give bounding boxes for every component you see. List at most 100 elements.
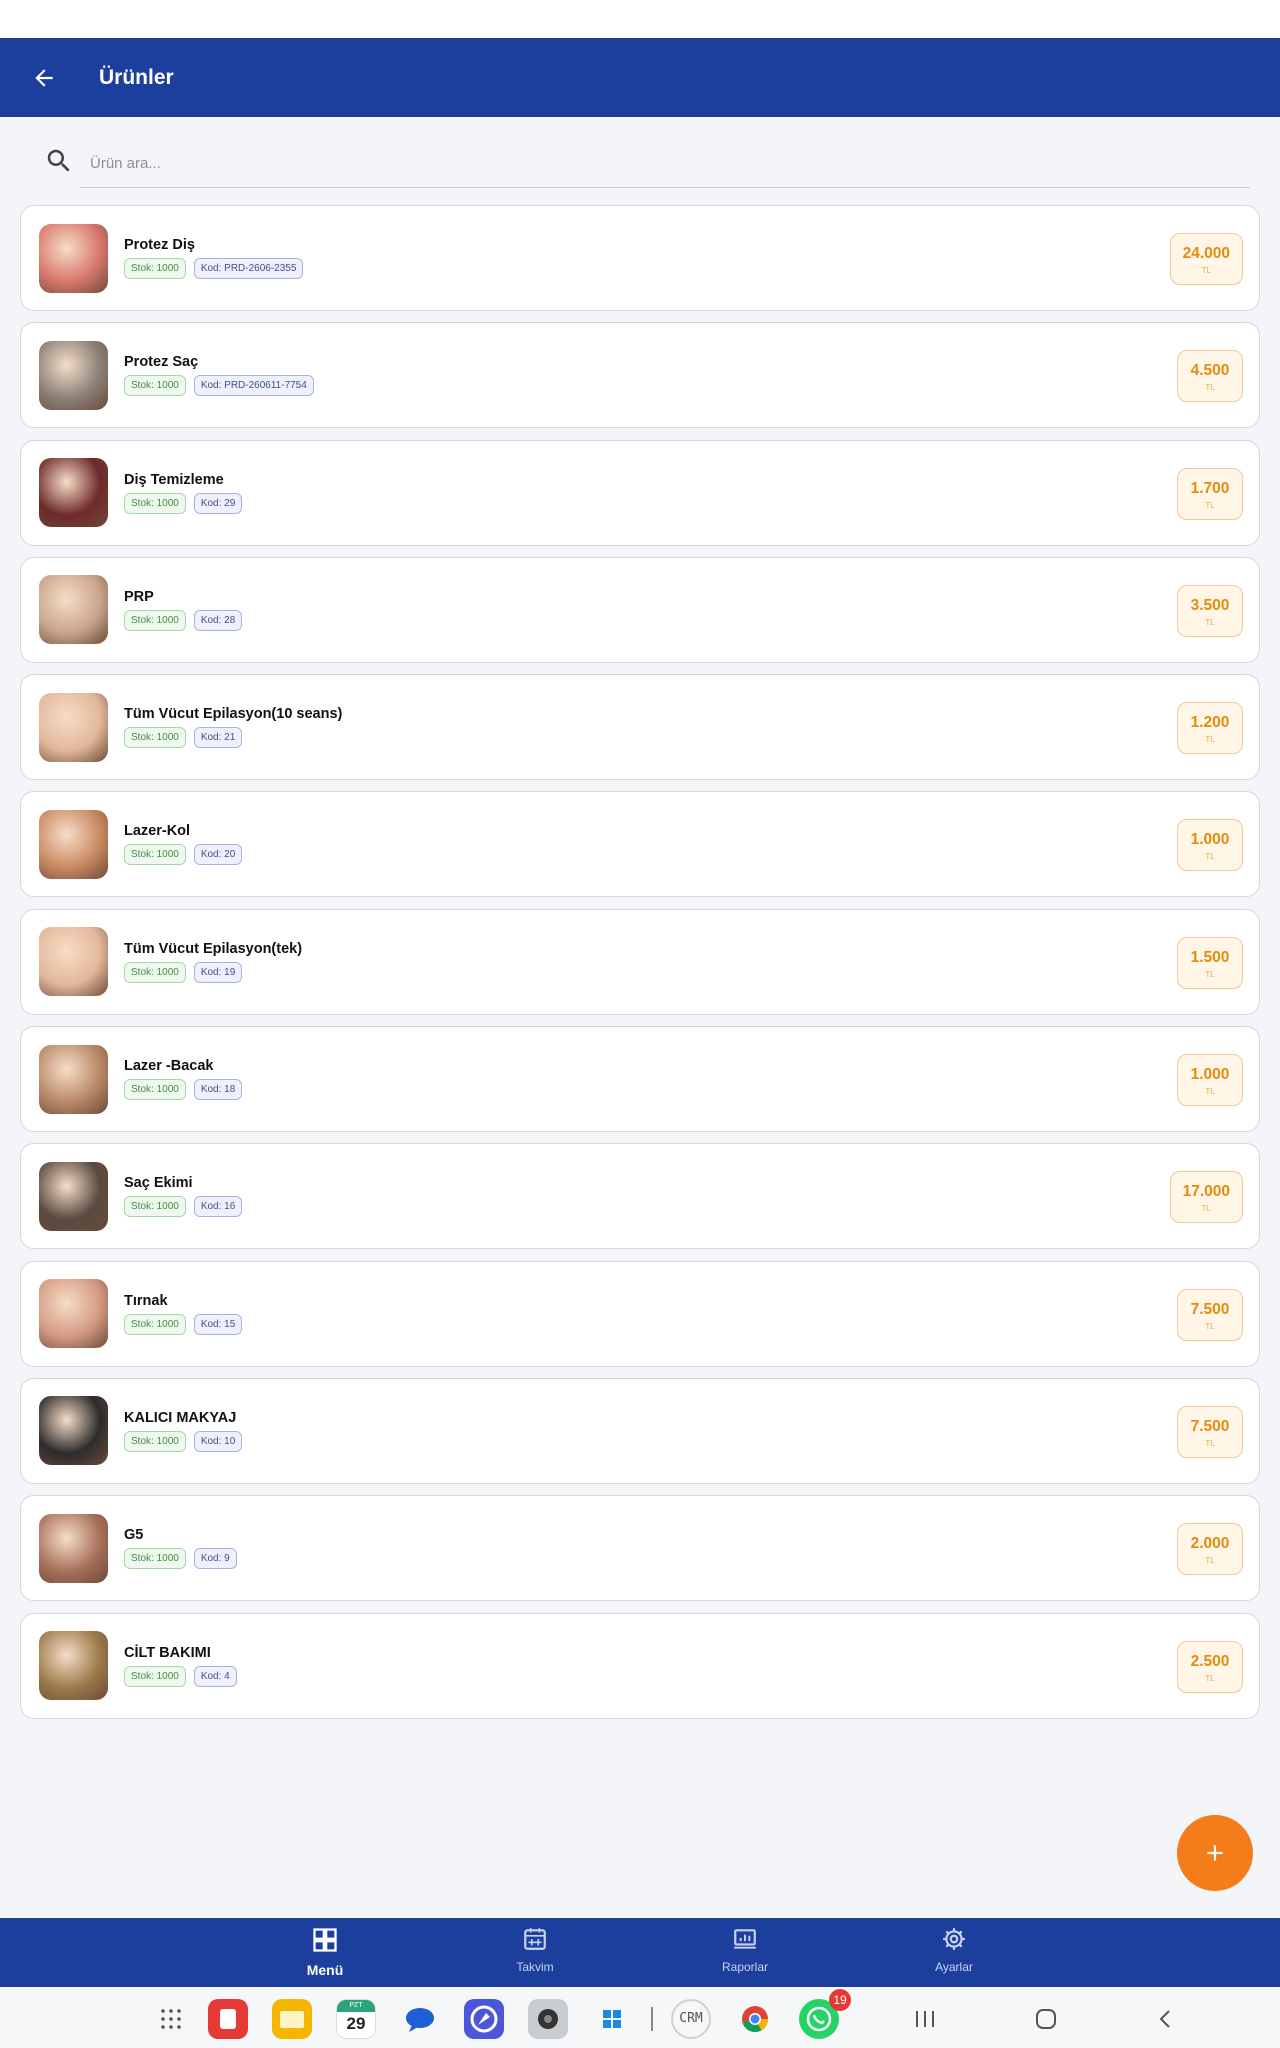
calendar-app-icon[interactable]: PZT 29: [336, 1999, 376, 2039]
app-bar: Ürünler: [0, 38, 1280, 117]
code-badge: Kod: 19: [193, 961, 243, 983]
compass-icon: [470, 2005, 498, 2033]
price-badge: 17.000 TL: [1169, 1171, 1243, 1224]
nav-reports[interactable]: Raporlar: [675, 1926, 815, 1974]
product-thumbnail: [39, 575, 108, 645]
nav-label: Ayarlar: [935, 1960, 973, 1974]
product-thumbnail: [39, 1044, 108, 1114]
chrome-app-icon[interactable]: [735, 1999, 775, 2039]
app-drawer-button[interactable]: [151, 1999, 191, 2039]
product-thumbnail: [39, 340, 108, 410]
price-currency: TL: [1205, 969, 1215, 979]
plus-icon: [1207, 1845, 1223, 1861]
code-badge: Kod: 18: [193, 1079, 243, 1101]
product-card[interactable]: Protez Diş Stok: 1000 Kod: PRD-2606-2355…: [20, 205, 1260, 311]
status-bar: [0, 0, 1280, 38]
settings-icon: [943, 1928, 965, 1950]
product-card[interactable]: PRP Stok: 1000 Kod: 28 3.500 TL: [20, 556, 1260, 663]
nav-label: Takvim: [516, 1960, 554, 1974]
notification-badge: 19: [829, 1989, 851, 2011]
price-currency: TL: [1205, 1438, 1215, 1448]
price-value: 7.500: [1190, 1300, 1230, 1318]
chrome-icon: [742, 2006, 769, 2033]
stock-badge: Stok: 1000: [124, 1430, 186, 1452]
search-input[interactable]: [80, 155, 1250, 172]
product-card[interactable]: Lazer-Kol Stok: 1000 Kod: 20 1.000 TL: [20, 791, 1260, 898]
price-badge: 3.500 TL: [1177, 584, 1243, 637]
product-list: Protez Diş Stok: 1000 Kod: PRD-2606-2355…: [20, 205, 1260, 1730]
product-info: Protez Saç Stok: 1000 Kod: PRD-260611-77…: [124, 354, 314, 397]
code-badge: Kod: PRD-2606-2355: [193, 258, 304, 279]
product-info: KALICI MAKYAJ Stok: 1000 Kod: 10: [124, 1410, 243, 1452]
crm-app-icon[interactable]: CRM: [671, 1999, 711, 2039]
system-back-button[interactable]: [1146, 1999, 1186, 2039]
product-card[interactable]: Tüm Vücut Epilasyon(10 seans) Stok: 1000…: [20, 674, 1260, 781]
stock-badge: Stok: 1000: [124, 1079, 186, 1101]
home-button[interactable]: [1026, 1999, 1066, 2039]
product-card[interactable]: KALICI MAKYAJ Stok: 1000 Kod: 10 7.500 T…: [20, 1377, 1260, 1484]
stock-badge: Stok: 1000: [124, 609, 186, 631]
taskbar-divider: [651, 2007, 653, 2031]
product-tags: Stok: 1000 Kod: 18: [124, 1079, 243, 1101]
product-info: Saç Ekimi Stok: 1000 Kod: 16: [124, 1175, 243, 1218]
price-currency: TL: [1205, 1556, 1215, 1566]
product-card[interactable]: Protez Saç Stok: 1000 Kod: PRD-260611-77…: [20, 322, 1260, 429]
code-badge: Kod: 4: [193, 1665, 237, 1687]
messages-app-icon[interactable]: [400, 1999, 440, 2039]
app-logo-icon: [220, 2009, 236, 2029]
price-value: 4.500: [1190, 362, 1230, 380]
code-badge: Kod: 9: [193, 1548, 237, 1570]
product-tags: Stok: 1000 Kod: 9: [124, 1548, 237, 1570]
product-card[interactable]: Lazer -Bacak Stok: 1000 Kod: 18 1.000 TL: [20, 1026, 1260, 1133]
folder-icon: [280, 2011, 304, 2028]
price-badge: 24.000 TL: [1169, 233, 1243, 285]
product-tags: Stok: 1000 Kod: PRD-2606-2355: [124, 258, 304, 279]
price-value: 1.000: [1190, 1066, 1230, 1084]
product-thumbnail: [39, 1513, 108, 1583]
product-name: Tırnak: [124, 1292, 168, 1309]
recents-button[interactable]: [905, 1999, 945, 2039]
nav-menu[interactable]: Menü: [255, 1926, 395, 1978]
product-thumbnail: [39, 1396, 108, 1466]
product-name: PRP: [124, 588, 154, 605]
product-card[interactable]: CİLT BAKIMI Stok: 1000 Kod: 4 2.500 TL: [20, 1612, 1260, 1719]
price-badge: 4.500 TL: [1177, 350, 1243, 403]
product-tags: Stok: 1000 Kod: 21: [124, 727, 342, 749]
browser-app-icon[interactable]: [464, 1999, 504, 2039]
stock-badge: Stok: 1000: [124, 1665, 186, 1687]
product-name: Lazer -Bacak: [124, 1058, 214, 1075]
app-icon-red[interactable]: [208, 1999, 248, 2039]
product-card[interactable]: G5 Stok: 1000 Kod: 9 2.000 TL: [20, 1495, 1260, 1602]
price-currency: TL: [1205, 735, 1215, 745]
stock-badge: Stok: 1000: [124, 961, 186, 983]
product-info: Tırnak Stok: 1000 Kod: 15: [124, 1292, 243, 1335]
add-product-button[interactable]: [1177, 1815, 1253, 1891]
product-card[interactable]: Tırnak Stok: 1000 Kod: 15 7.500 TL: [20, 1260, 1260, 1367]
stock-badge: Stok: 1000: [124, 844, 186, 866]
product-tags: Stok: 1000 Kod: 10: [124, 1430, 243, 1452]
product-tags: Stok: 1000 Kod: 28: [124, 609, 243, 631]
product-info: Lazer-Kol Stok: 1000 Kod: 20: [124, 823, 243, 866]
windows-app-icon[interactable]: [592, 1999, 632, 2039]
product-thumbnail: [39, 927, 108, 997]
product-card[interactable]: Tüm Vücut Epilasyon(tek) Stok: 1000 Kod:…: [20, 908, 1260, 1015]
nav-calendar[interactable]: Takvim: [465, 1926, 605, 1974]
price-value: 7.500: [1190, 1417, 1230, 1435]
product-card[interactable]: Saç Ekimi Stok: 1000 Kod: 16 17.000 TL: [20, 1143, 1260, 1250]
whatsapp-app-icon[interactable]: 19: [799, 1989, 851, 2039]
report-icon: [734, 1929, 756, 1949]
product-tags: Stok: 1000 Kod: 19: [124, 961, 302, 983]
product-card[interactable]: Diş Temizleme Stok: 1000 Kod: 29 1.700 T…: [20, 439, 1260, 546]
product-name: Tüm Vücut Epilasyon(tek): [124, 940, 303, 957]
price-badge: 1.700 TL: [1177, 467, 1243, 520]
folder-app-icon[interactable]: [272, 1999, 312, 2039]
camera-icon: [538, 2009, 558, 2029]
product-name: CİLT BAKIMI: [124, 1644, 211, 1661]
back-button[interactable]: [14, 48, 74, 108]
camera-app-icon[interactable]: [528, 1999, 568, 2039]
nav-settings[interactable]: Ayarlar: [884, 1926, 1024, 1974]
product-thumbnail: [39, 458, 108, 528]
code-badge: Kod: 15: [193, 1313, 243, 1335]
product-name: Saç Ekimi: [124, 1175, 193, 1192]
price-currency: TL: [1205, 1321, 1215, 1331]
